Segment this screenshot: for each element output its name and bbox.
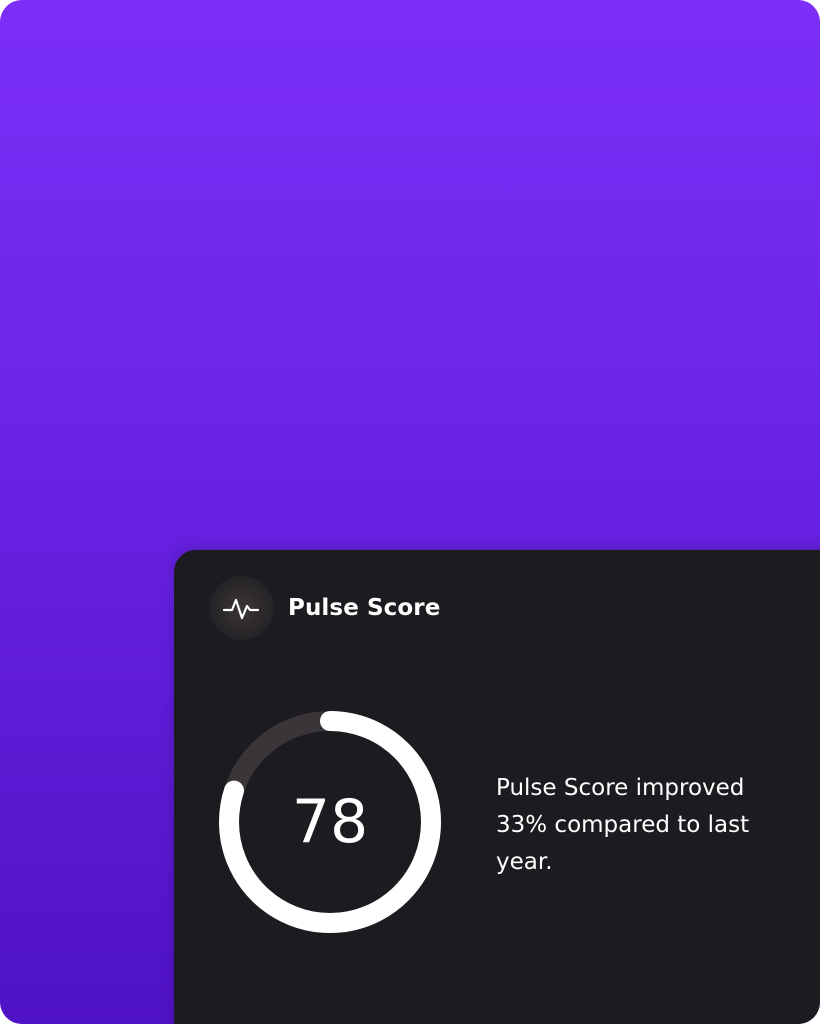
score-gauge: 78 bbox=[216, 708, 444, 936]
background-panel: Pulse Score 78 Pulse Score improved 33% … bbox=[0, 0, 820, 1024]
score-description: Pulse Score improved 33% compared to las… bbox=[496, 775, 750, 875]
pulse-icon-badge bbox=[210, 576, 274, 640]
pulse-score-card: Pulse Score 78 Pulse Score improved 33% … bbox=[174, 550, 820, 1024]
pulse-icon bbox=[222, 598, 260, 620]
card-title: Pulse Score bbox=[288, 595, 441, 621]
card-header: Pulse Score bbox=[210, 576, 441, 640]
score-value: 78 bbox=[291, 787, 369, 857]
